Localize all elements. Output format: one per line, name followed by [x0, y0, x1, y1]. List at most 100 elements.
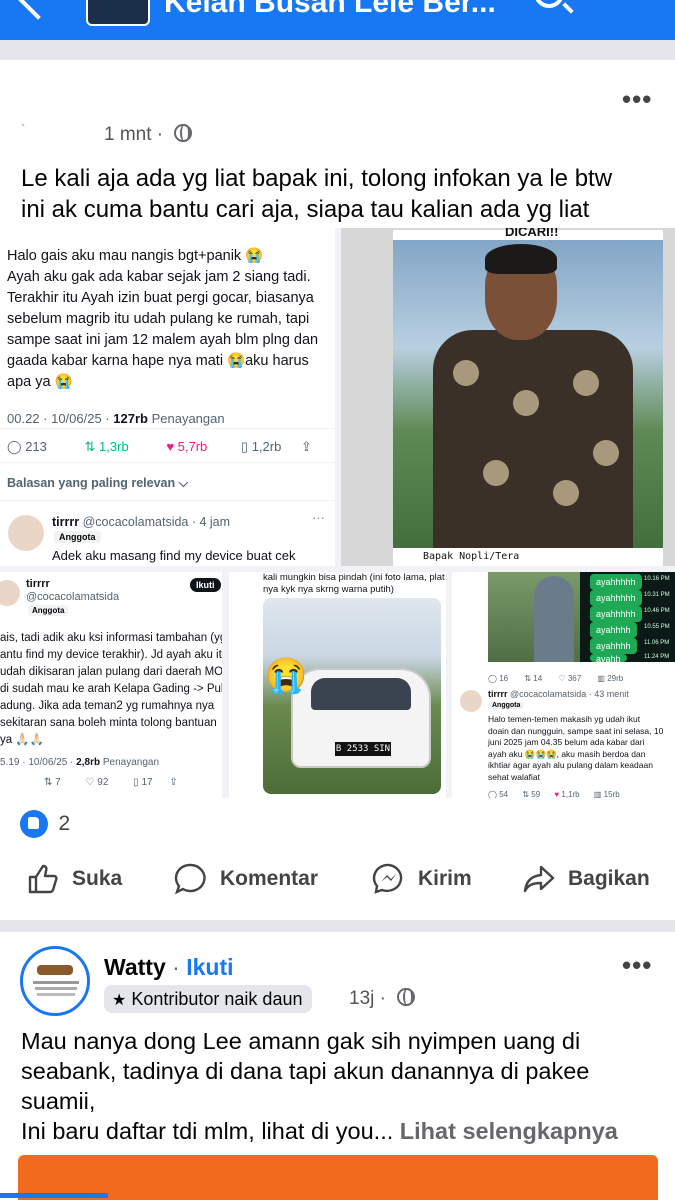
reaction-summary[interactable]: 2 — [20, 810, 70, 838]
tweet-line: ya 🙏🏻🙏🏻 — [0, 734, 44, 746]
retweet-icon: ⇅ — [524, 674, 532, 683]
tweet-handle: @cocacolamatsida — [26, 591, 120, 603]
tweet-line: sampe saat ini jam 12 malem ayah blm pln… — [7, 332, 319, 348]
follow-button: Ikuti — [190, 578, 221, 592]
comment-icon — [174, 863, 206, 895]
avatar-graphic — [37, 993, 75, 996]
person-figure — [534, 576, 574, 662]
group-thumbnail[interactable] — [86, 0, 150, 26]
retweet-icon: ⇅ — [44, 777, 53, 788]
retweet-count: 7 — [55, 777, 61, 788]
tweet-screenshot-1[interactable]: Halo gais aku mau nangis bgt+panik 😭 Aya… — [0, 228, 335, 566]
messenger-icon — [372, 863, 403, 894]
more-options-icon[interactable]: ••• — [622, 950, 652, 981]
car-photo: B 2533 SIN 😭 — [263, 598, 441, 794]
retweet-icon: ⇅ — [84, 439, 96, 454]
reply-icon: ◯ — [7, 439, 22, 454]
post-text-line: ini ak cuma bantu cari aja, siapa tau ka… — [21, 196, 590, 223]
like-label: Suka — [72, 867, 123, 890]
divider — [0, 40, 675, 60]
bookmark-icon: ▯ — [133, 777, 139, 788]
post-text-line: seabank, tadinya di dana tapi akun danan… — [21, 1058, 590, 1084]
tweet-line: sekitaran sana boleh minta tolong bantua… — [0, 717, 217, 729]
like-reaction-icon — [20, 810, 48, 838]
tweet-screenshot-2[interactable]: tirrrr @cocacolamatsida Anggota Ikuti ai… — [0, 572, 222, 798]
avatar — [460, 690, 482, 712]
share-button[interactable]: Bagikan — [522, 862, 650, 896]
more-options-icon[interactable]: ••• — [622, 84, 652, 115]
heart-icon: ♥ — [166, 439, 175, 454]
tweet-views: 127rb — [113, 411, 148, 426]
badge-label: Kontributor naik daun — [131, 989, 303, 1009]
post-time-text: 13j — [349, 988, 375, 1009]
bookmark-count: 1,2rb — [251, 439, 282, 454]
retweet-count: 59 — [531, 790, 541, 798]
chat-message: ayahhhhh — [590, 590, 642, 606]
see-more-link[interactable]: Lihat selengkapnya — [400, 1118, 618, 1144]
author-name[interactable]: Watty — [104, 954, 166, 980]
reply-header: tirrrr @cocacolamatsida · 4 jam — [52, 512, 230, 533]
author-avatar[interactable] — [20, 946, 90, 1016]
car-photo-tweet[interactable]: kali mungkin bisa pindah (ini foto lama,… — [229, 572, 446, 798]
photo-caption: Bapak Nopli/Tera — [393, 548, 663, 566]
post-text-last-line: Ini baru daftar tdi mlm, lihat di you...… — [21, 1116, 618, 1146]
tweet-body: kali mungkin bisa pindah (ini foto lama,… — [263, 572, 445, 596]
send-button[interactable]: Kirim — [372, 862, 472, 896]
tweet-line: doain dan nungguin, sampe saat ini selas… — [488, 725, 664, 736]
top-app-bar: Kelah Busah Lele Ber... — [0, 0, 675, 40]
tweet-line: Halo gais aku mau nangis bgt+panik 😭 — [7, 248, 264, 264]
avatar-graphic — [33, 981, 79, 984]
tweet-screenshot-3[interactable]: ayahhhhh ayahhhhh ayahhhhh ayahhhh ayahh… — [452, 572, 675, 798]
tweet-timestamp: 00.22 · 10/06/25 · 127rb Penayangan — [7, 408, 225, 429]
man-hair — [485, 244, 557, 274]
scroll-progress — [0, 1193, 108, 1198]
reply-user: tirrrr — [52, 515, 80, 529]
like-count: 92 — [97, 777, 109, 788]
tweet-line: ayah aku 😭😭😭, aku masih berdoa dan — [488, 748, 646, 759]
image-collage[interactable]: Halo gais aku mau nangis bgt+panik 😭 Aya… — [0, 228, 675, 798]
photo: DICARI!! — [393, 228, 663, 566]
reply-count: 213 — [25, 439, 47, 454]
tweet-line: juni 2025 jam 04.35 belum ada kabar dari — [488, 737, 645, 747]
chat-time: 10.55 PM — [644, 624, 670, 630]
relevant-replies-label: Balasan yang paling relevan ⌵ — [7, 476, 189, 490]
like-count: 5,7rb — [177, 439, 208, 454]
comment-button[interactable]: Komentar — [174, 862, 318, 896]
post-text: Mau nanya dong Lee amann gak sih nyimpen… — [21, 1026, 618, 1146]
more-options-icon: ··· — [312, 510, 325, 525]
tweet-line: Ayah aku gak ada kabar sejak jam 2 siang… — [7, 269, 311, 285]
heart-icon: ♡ — [558, 674, 566, 683]
search-icon[interactable] — [534, 0, 564, 8]
views-label: Penayangan — [102, 757, 160, 768]
like-count: 1,1rb — [561, 790, 580, 798]
back-arrow-icon[interactable] — [18, 0, 58, 20]
crying-emoji: 😭 — [265, 657, 308, 695]
retweet-icon: ⇅ — [522, 790, 530, 798]
follow-button[interactable]: Ikuti — [186, 954, 233, 980]
post-image[interactable] — [18, 1155, 658, 1200]
reply-handle: @cocacolamatsida · 4 jam — [82, 515, 231, 529]
member-badge: Anggota — [28, 605, 69, 616]
tweet-body: Halo temen-temen makasih yg udah ikut do… — [488, 714, 663, 783]
tweet-line: nya kyk nya skrng warna putih) — [263, 584, 394, 595]
member-badge: Anggota — [488, 702, 525, 709]
chat-message: ayahhhh — [590, 622, 637, 638]
divider — [0, 920, 675, 932]
tweet-line: sehat walafiat — [488, 771, 540, 782]
author-name-faded: ˋ — [20, 122, 27, 143]
post-time: 13j · — [349, 988, 416, 1010]
share-label: Bagikan — [568, 867, 650, 890]
relevant-text: Balasan yang paling relevan — [7, 476, 176, 490]
chat-time: 11.06 PM — [644, 640, 670, 646]
avatar-graphic — [37, 965, 73, 975]
share-arrow-icon — [523, 865, 555, 893]
like-button[interactable]: Suka — [26, 862, 122, 896]
tweet-author: tirrrr @cocacolamatsida — [26, 578, 119, 604]
group-title[interactable]: Kelah Busah Lele Ber... — [164, 0, 496, 20]
star-icon: ★ — [112, 992, 127, 1009]
post-time: 1 mnt · — [104, 124, 193, 146]
heart-icon: ♡ — [85, 777, 95, 788]
contributor-badge[interactable]: ★ Kontributor naik daun — [104, 985, 313, 1013]
missing-person-photo[interactable]: DICARI!! Bapak Nopli/Tera — [341, 228, 675, 566]
tweet-stats: ⇅ 7 ♡ 92 ▯ 17 ⇪ — [44, 772, 178, 793]
